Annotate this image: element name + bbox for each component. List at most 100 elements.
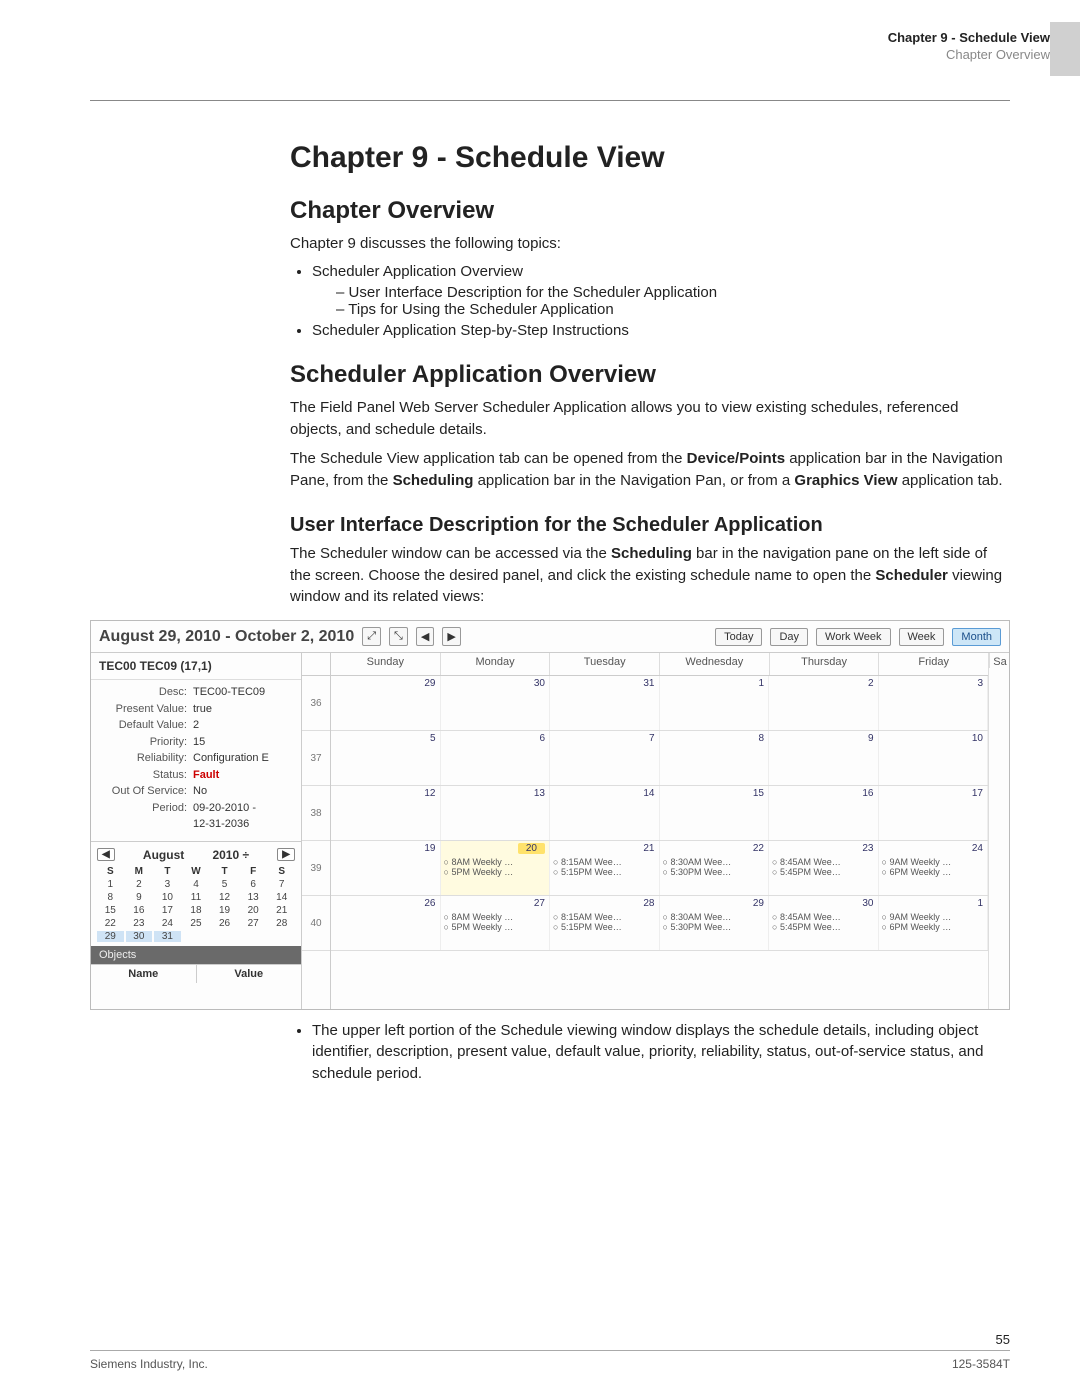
calendar-cell[interactable]: 10 xyxy=(879,731,989,785)
calendar-event[interactable]: 8:30AM Wee… xyxy=(663,857,766,867)
mini-cal-day[interactable]: 9 xyxy=(126,892,153,903)
calendar-event[interactable]: 5:15PM Wee… xyxy=(553,922,656,932)
calendar-event[interactable]: 6PM Weekly … xyxy=(882,867,985,877)
calendar-cell[interactable]: 13 xyxy=(441,786,551,840)
zoom-out-button[interactable]: ⤡ xyxy=(389,627,408,646)
calendar-cell[interactable]: 6 xyxy=(441,731,551,785)
calendar-event[interactable]: 8AM Weekly … xyxy=(444,857,547,867)
next-button[interactable]: ▶ xyxy=(442,627,460,646)
calendar-cell[interactable]: 218:15AM Wee…5:15PM Wee… xyxy=(550,841,660,895)
objects-bar[interactable]: Objects xyxy=(91,946,301,964)
mini-cal-day[interactable] xyxy=(240,931,267,942)
calendar-cell[interactable]: 3 xyxy=(879,676,989,730)
workweek-button[interactable]: Work Week xyxy=(816,628,890,646)
mini-cal-day[interactable]: 5 xyxy=(211,879,238,890)
objects-col-name: Name xyxy=(91,965,197,983)
calendar-cell[interactable]: 228:30AM Wee…5:30PM Wee… xyxy=(660,841,770,895)
calendar-cell[interactable]: 208AM Weekly …5PM Weekly … xyxy=(441,841,551,895)
calendar-cell[interactable]: 278AM Weekly …5PM Weekly … xyxy=(441,896,551,950)
calendar-cell[interactable]: 19AM Weekly …6PM Weekly … xyxy=(879,896,989,950)
calendar-cell[interactable]: 14 xyxy=(550,786,660,840)
calendar-cell[interactable]: 17 xyxy=(879,786,989,840)
mini-cal-day[interactable] xyxy=(211,931,238,942)
mini-cal-day[interactable]: 12 xyxy=(211,892,238,903)
mini-cal-day[interactable]: 13 xyxy=(240,892,267,903)
calendar-event[interactable]: 5:15PM Wee… xyxy=(553,867,656,877)
zoom-in-button[interactable]: ⤢ xyxy=(362,627,381,646)
calendar-cell[interactable]: 249AM Weekly …6PM Weekly … xyxy=(879,841,989,895)
mini-cal-prev[interactable]: ◀ xyxy=(97,848,115,861)
details-panel: TEC00 TEC09 (17,1) Desc:TEC00-TEC09Prese… xyxy=(91,653,302,1009)
mini-cal-day[interactable]: 16 xyxy=(126,905,153,916)
calendar-cell[interactable]: 308:45AM Wee…5:45PM Wee… xyxy=(769,896,879,950)
calendar-event[interactable]: 6PM Weekly … xyxy=(882,922,985,932)
calendar-cell[interactable]: 8 xyxy=(660,731,770,785)
mini-cal-day[interactable]: 30 xyxy=(126,931,153,942)
calendar-event[interactable]: 8AM Weekly … xyxy=(444,912,547,922)
calendar-cell[interactable]: 19 xyxy=(331,841,441,895)
mini-cal-day[interactable]: 23 xyxy=(126,918,153,929)
calendar-event[interactable]: 8:15AM Wee… xyxy=(553,912,656,922)
week-button[interactable]: Week xyxy=(899,628,945,646)
mini-cal-day[interactable]: 25 xyxy=(183,918,210,929)
calendar-event[interactable]: 5:30PM Wee… xyxy=(663,922,766,932)
calendar-cell[interactable]: 288:15AM Wee…5:15PM Wee… xyxy=(550,896,660,950)
prev-button[interactable]: ◀ xyxy=(416,627,434,646)
calendar-event[interactable]: 5:45PM Wee… xyxy=(772,867,875,877)
calendar-cell[interactable]: 5 xyxy=(331,731,441,785)
calendar-event[interactable]: 8:30AM Wee… xyxy=(663,912,766,922)
mini-cal-day[interactable]: 18 xyxy=(183,905,210,916)
calendar-event[interactable]: 8:45AM Wee… xyxy=(772,857,875,867)
mini-cal-day[interactable]: 10 xyxy=(154,892,181,903)
mini-cal-day[interactable] xyxy=(183,931,210,942)
calendar-event[interactable]: 5:30PM Wee… xyxy=(663,867,766,877)
mini-cal-day[interactable]: 31 xyxy=(154,931,181,942)
calendar-cell[interactable]: 16 xyxy=(769,786,879,840)
calendar-cell[interactable]: 31 xyxy=(550,676,660,730)
calendar-event[interactable]: 9AM Weekly … xyxy=(882,857,985,867)
month-button[interactable]: Month xyxy=(952,628,1001,646)
mini-cal-day[interactable]: 26 xyxy=(211,918,238,929)
mini-cal-day[interactable]: 1 xyxy=(97,879,124,890)
calendar-cell[interactable]: 2 xyxy=(769,676,879,730)
mini-cal-day[interactable]: 22 xyxy=(97,918,124,929)
mini-cal-day[interactable]: 27 xyxy=(240,918,267,929)
calendar-event[interactable]: 5:45PM Wee… xyxy=(772,922,875,932)
calendar-cell[interactable]: 238:45AM Wee…5:45PM Wee… xyxy=(769,841,879,895)
mini-cal-day[interactable]: 4 xyxy=(183,879,210,890)
mini-cal-day[interactable]: 11 xyxy=(183,892,210,903)
mini-cal-day[interactable]: 19 xyxy=(211,905,238,916)
mini-cal-day[interactable]: 3 xyxy=(154,879,181,890)
mini-cal-day[interactable]: 14 xyxy=(268,892,295,903)
mini-cal-day[interactable] xyxy=(268,931,295,942)
mini-cal-day[interactable]: 15 xyxy=(97,905,124,916)
mini-cal-next[interactable]: ▶ xyxy=(277,848,295,861)
calendar-cell[interactable]: 15 xyxy=(660,786,770,840)
calendar-cell[interactable]: 12 xyxy=(331,786,441,840)
calendar-event[interactable]: 8:45AM Wee… xyxy=(772,912,875,922)
mini-cal-day[interactable]: 28 xyxy=(268,918,295,929)
mini-cal-day[interactable]: 6 xyxy=(240,879,267,890)
calendar-cell[interactable]: 298:30AM Wee…5:30PM Wee… xyxy=(660,896,770,950)
calendar-cell[interactable]: 29 xyxy=(331,676,441,730)
mini-cal-day[interactable]: 20 xyxy=(240,905,267,916)
mini-cal-day[interactable]: 21 xyxy=(268,905,295,916)
day-button[interactable]: Day xyxy=(770,628,808,646)
mini-cal-day[interactable]: 8 xyxy=(97,892,124,903)
mini-cal-day[interactable]: 17 xyxy=(154,905,181,916)
calendar-cell[interactable]: 30 xyxy=(441,676,551,730)
calendar-cell[interactable]: 9 xyxy=(769,731,879,785)
calendar-event[interactable]: 9AM Weekly … xyxy=(882,912,985,922)
detail-row: Reliability:Configuration E xyxy=(97,750,295,767)
calendar-cell[interactable]: 1 xyxy=(660,676,770,730)
mini-cal-day[interactable]: 2 xyxy=(126,879,153,890)
calendar-event[interactable]: 5PM Weekly … xyxy=(444,867,547,877)
calendar-event[interactable]: 5PM Weekly … xyxy=(444,922,547,932)
calendar-cell[interactable]: 7 xyxy=(550,731,660,785)
today-button[interactable]: Today xyxy=(715,628,762,646)
calendar-event[interactable]: 8:15AM Wee… xyxy=(553,857,656,867)
calendar-cell[interactable]: 26 xyxy=(331,896,441,950)
mini-cal-day[interactable]: 7 xyxy=(268,879,295,890)
mini-cal-day[interactable]: 29 xyxy=(97,931,124,942)
mini-cal-day[interactable]: 24 xyxy=(154,918,181,929)
